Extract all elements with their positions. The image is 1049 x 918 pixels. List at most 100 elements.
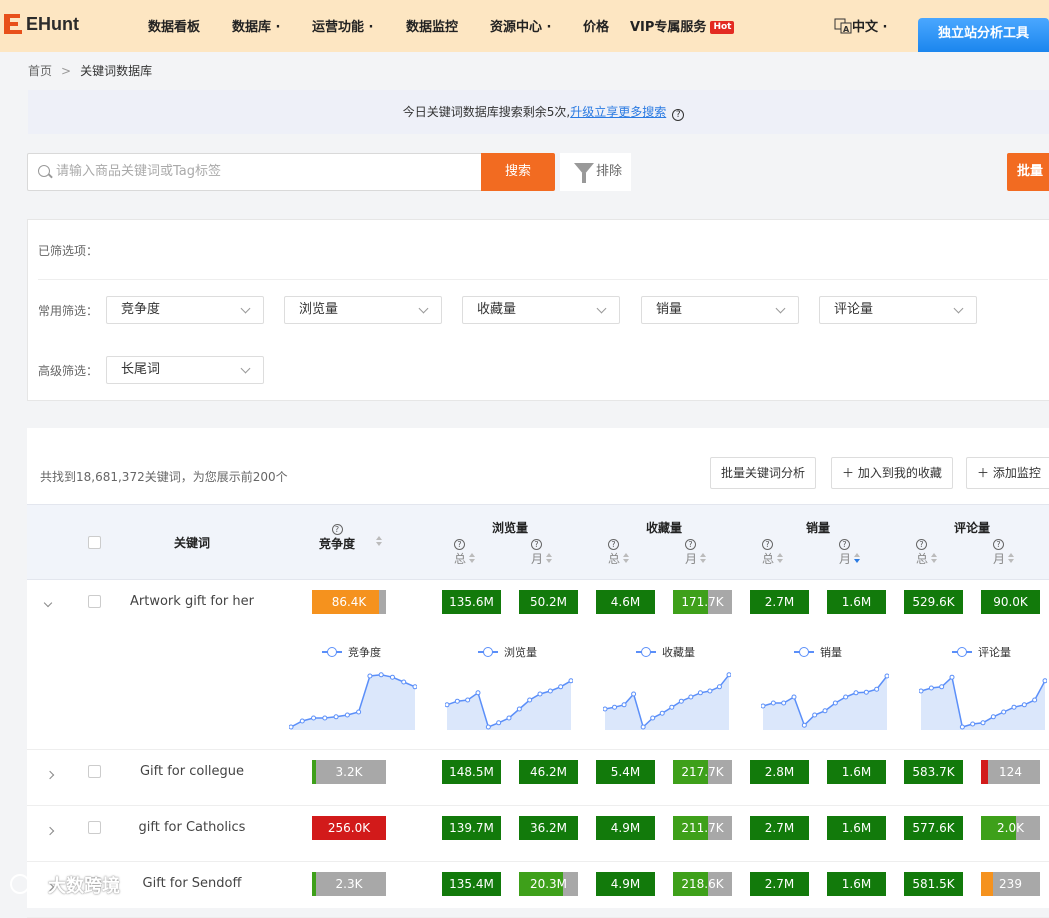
subheader-label: 总: [454, 552, 467, 566]
sparkline-point: [621, 702, 627, 708]
sort-icon[interactable]: [854, 553, 861, 564]
trend-legend[interactable]: 竞争度: [322, 644, 381, 660]
sparkline-point: [485, 724, 491, 730]
batch-analysis-button[interactable]: 批量关键词分析: [710, 457, 817, 489]
subheader-total[interactable]: ? 总: [608, 536, 630, 567]
sparkline-point: [527, 697, 533, 703]
subheader-total[interactable]: ? 总: [454, 536, 476, 567]
nav-resources[interactable]: 资源中心 ·: [490, 16, 551, 35]
keyword-link[interactable]: Gift for Sendoff: [112, 876, 272, 891]
legend-marker-icon: [322, 647, 342, 657]
chevron-right-icon[interactable]: [45, 826, 55, 836]
nav-pricing[interactable]: 价格: [583, 16, 609, 35]
bar-value: 1.6M: [841, 595, 872, 609]
bar-value: 1.6M: [841, 765, 872, 779]
subheader-month[interactable]: ? 月: [993, 536, 1015, 567]
keyword-link[interactable]: Artwork gift for her: [112, 594, 272, 609]
subheader-total[interactable]: ? 总: [762, 536, 784, 567]
row-checkbox[interactable]: [88, 595, 101, 608]
sort-icon[interactable]: [1008, 553, 1015, 564]
sort-icon[interactable]: [376, 536, 383, 547]
sparkline-point: [344, 712, 350, 718]
nav-database[interactable]: 数据库 ·: [232, 16, 280, 35]
sparkline-point: [289, 724, 294, 730]
nav-monitor[interactable]: 数据监控: [406, 16, 458, 35]
favorites-filter[interactable]: 收藏量: [462, 296, 620, 324]
sort-icon[interactable]: [623, 553, 630, 564]
nav-vip[interactable]: VIP专属服务 Hot: [630, 16, 735, 35]
row-checkbox[interactable]: [88, 765, 101, 778]
subheader-month[interactable]: ? 月: [685, 536, 707, 567]
nav-operations[interactable]: 运营功能 ·: [312, 16, 373, 35]
table-row: Artwork gift for her 86.4K 135.6M 50.2M 4.6M…: [27, 580, 1049, 750]
row-checkbox[interactable]: [88, 821, 101, 834]
chevron-down-icon[interactable]: [43, 598, 53, 608]
language-switch[interactable]: A 中文 ·: [834, 16, 887, 35]
trend-legend[interactable]: 销量: [794, 644, 842, 660]
subheader-total[interactable]: ? 总: [916, 536, 938, 567]
subheader-month[interactable]: ? 月: [531, 536, 553, 567]
keyword-link[interactable]: Gift for collegue: [112, 764, 272, 779]
bar-value: 256.0K: [327, 821, 371, 835]
sort-icon[interactable]: [931, 553, 938, 564]
subheader-label: 月: [993, 552, 1006, 566]
sparkline-point: [949, 674, 955, 680]
chevron-right-icon[interactable]: [45, 770, 55, 780]
metric-bar: 211.7K: [673, 816, 732, 840]
competition-filter[interactable]: 竞争度: [106, 296, 264, 324]
batch-button[interactable]: 批量: [1007, 153, 1049, 191]
sparkline-area: [291, 674, 415, 730]
metric-bar: 2.8M: [750, 760, 809, 784]
subheader-label: 月: [839, 552, 852, 566]
bar-value: 2.0K: [997, 821, 1024, 835]
header-competition[interactable]: ? 竞争度: [307, 521, 367, 552]
sparkline-point: [650, 715, 656, 721]
bar-value: 50.2M: [529, 595, 568, 609]
exclude-button[interactable]: 排除: [560, 153, 631, 191]
sort-icon[interactable]: [700, 553, 707, 564]
competition-bar: 86.4K: [312, 590, 386, 614]
language-label: 中文 ·: [852, 20, 888, 35]
sort-icon[interactable]: [546, 553, 553, 564]
trend-legend[interactable]: 浏览量: [478, 644, 537, 660]
metric-bar: 139.7M: [442, 816, 501, 840]
metric-bar: 4.9M: [596, 872, 655, 896]
subheader-label: 总: [762, 552, 775, 566]
sparkline-point: [832, 700, 838, 706]
long-tail-filter[interactable]: 长尾词: [106, 356, 264, 384]
sparkline-point: [356, 709, 362, 715]
add-monitor-button[interactable]: ＋ 添加监控: [966, 457, 1049, 489]
sort-icon[interactable]: [469, 553, 476, 564]
search-button[interactable]: 搜索: [481, 153, 555, 191]
sparkline-point: [568, 678, 573, 684]
trend-legend[interactable]: 收藏量: [636, 644, 695, 660]
subheader-month[interactable]: ? 月: [839, 536, 861, 567]
sales-filter[interactable]: 销量: [641, 296, 799, 324]
bar-value: 4.9M: [610, 821, 641, 835]
table-row: gift for Catholics 256.0K 139.7M 36.2M 4.9M 2…: [27, 806, 1049, 862]
sort-icon[interactable]: [777, 553, 784, 564]
sparkline-point: [726, 672, 731, 678]
metric-bar: 50.2M: [519, 590, 578, 614]
legend-label: 浏览量: [504, 646, 537, 659]
keyword-link[interactable]: gift for Catholics: [112, 820, 272, 835]
metric-bar: 36.2M: [519, 816, 578, 840]
sparkline-point: [612, 704, 618, 710]
select-all-checkbox[interactable]: [88, 536, 101, 549]
chevron-down-icon: [418, 303, 429, 314]
upgrade-link[interactable]: 升级立享更多搜索: [570, 105, 666, 119]
breadcrumb-home[interactable]: 首页: [28, 64, 52, 78]
metric-bar: 583.7K: [904, 760, 963, 784]
sparkline-point: [939, 684, 945, 690]
trend-legend[interactable]: 评论量: [952, 644, 1011, 660]
reviews-filter[interactable]: 评论量: [819, 296, 977, 324]
search-input[interactable]: [56, 154, 456, 188]
standalone-analysis-button[interactable]: 独立站分析工具: [918, 18, 1049, 52]
legend-label: 评论量: [978, 646, 1011, 659]
bar-value: 5.4M: [610, 765, 641, 779]
add-favorites-button[interactable]: ＋ 加入到我的收藏: [831, 457, 953, 489]
nav-dashboard[interactable]: 数据看板: [148, 16, 200, 35]
views-filter[interactable]: 浏览量: [284, 296, 442, 324]
help-icon[interactable]: ?: [672, 109, 685, 121]
logo[interactable]: EHunt: [0, 10, 79, 38]
